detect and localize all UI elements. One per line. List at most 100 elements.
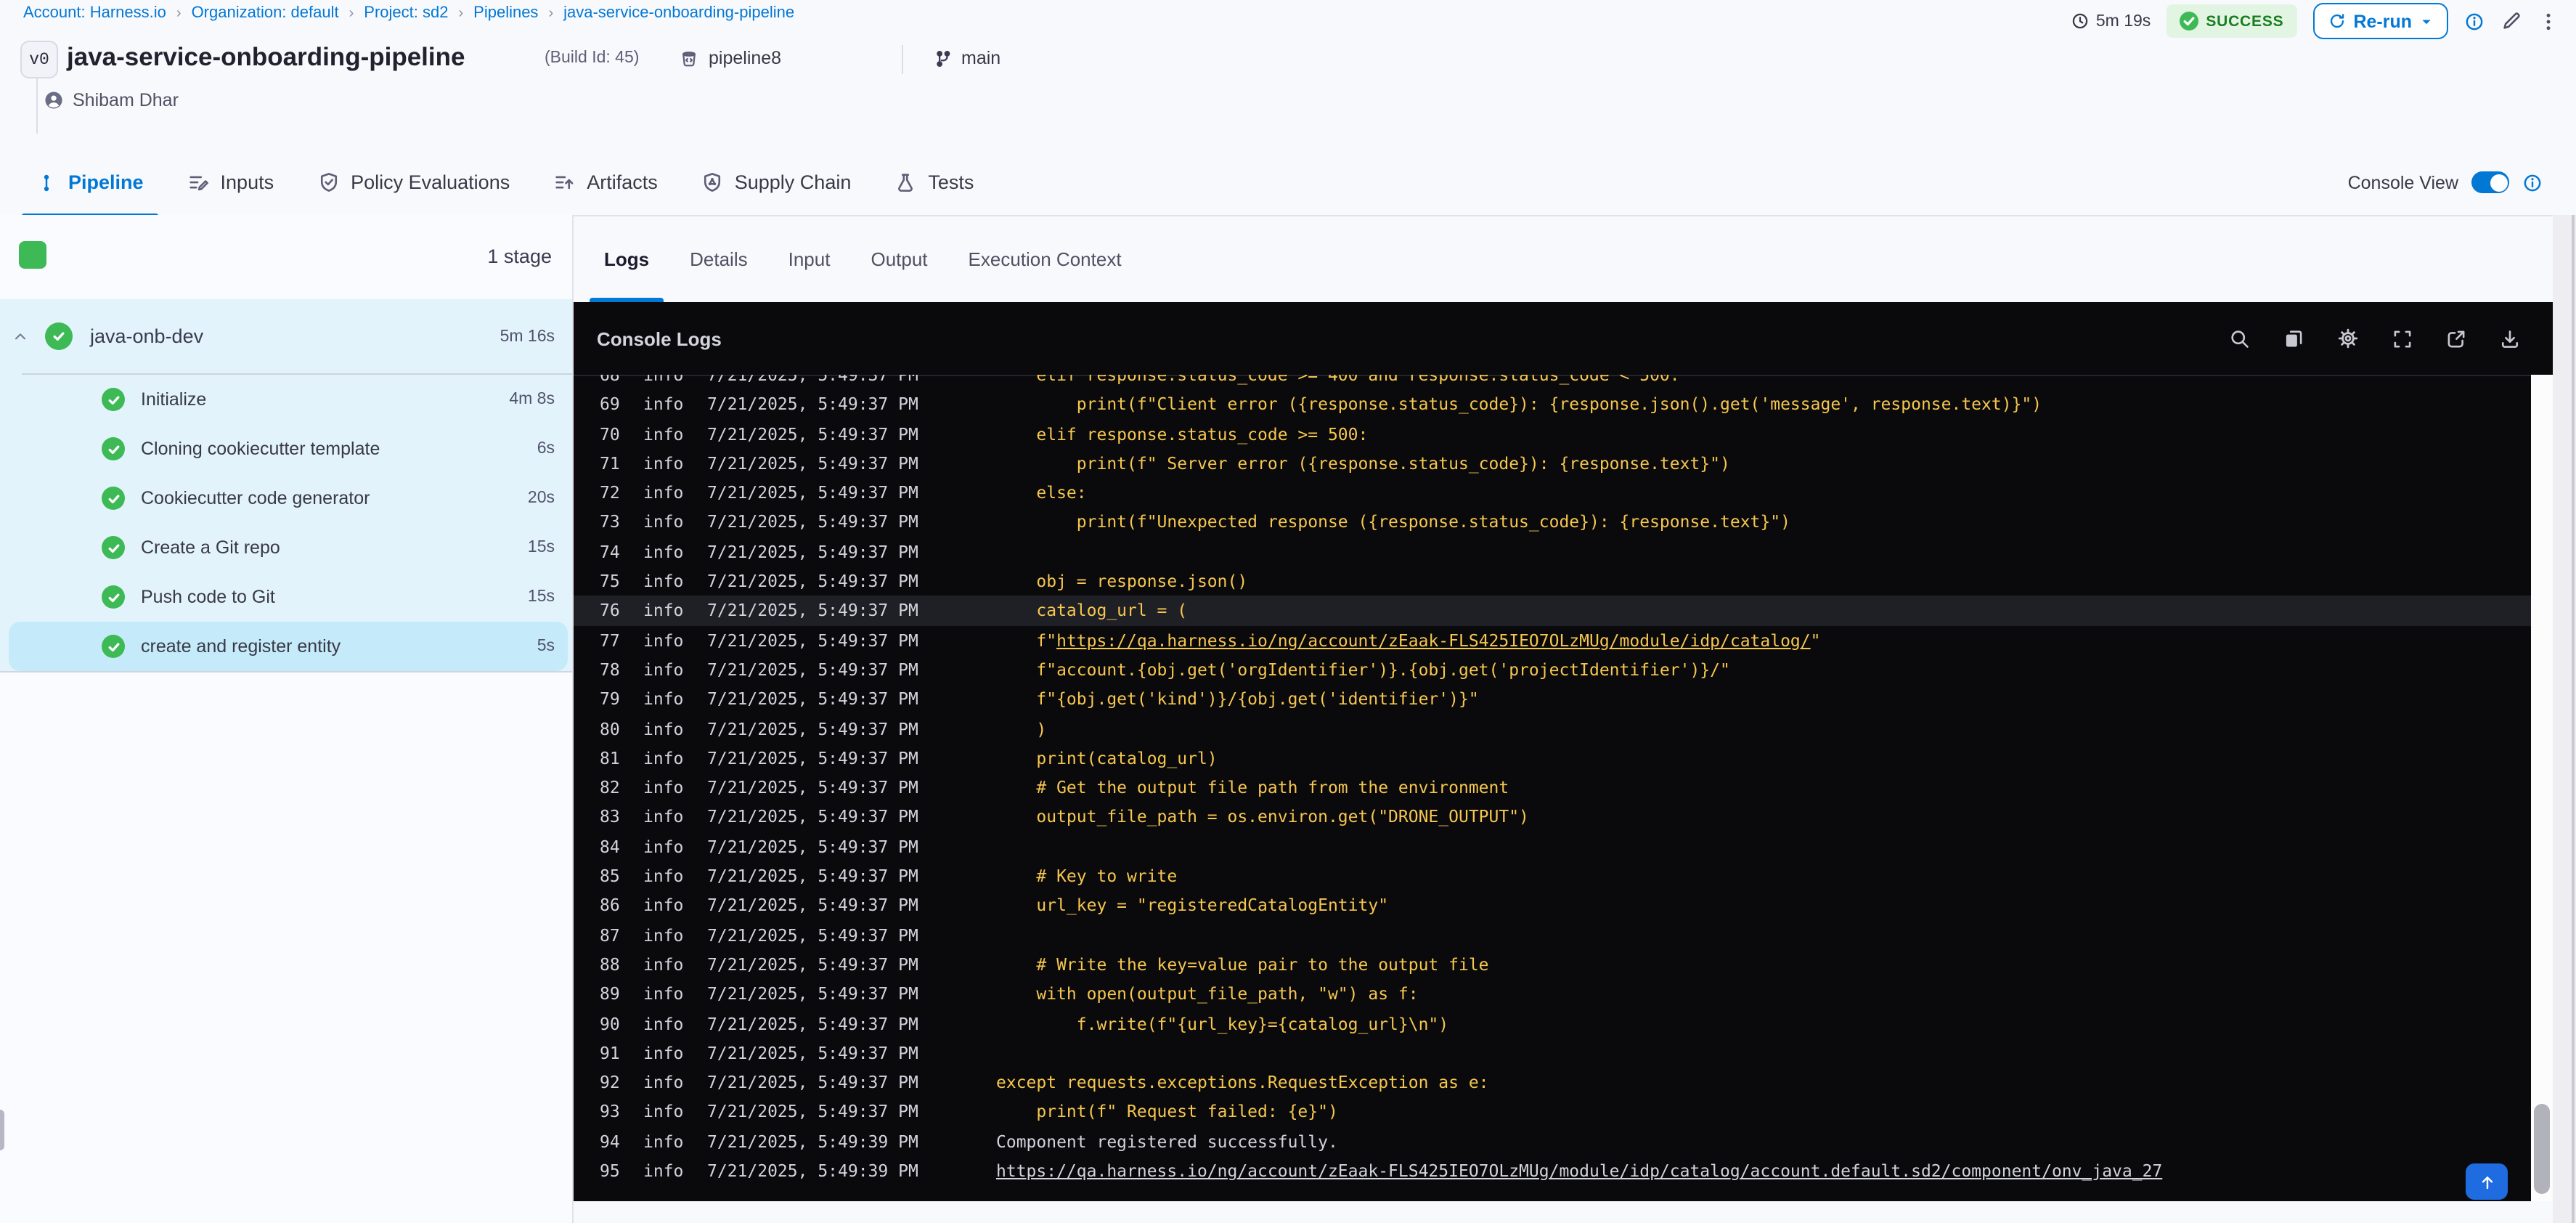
success-check-icon [2180,12,2199,31]
log-line-93: 93 info 7/21/2025, 5:49:37 PM print(f" Req… [574,1097,2531,1127]
log-tab-details[interactable]: Details [688,215,749,302]
tab-supply-chain[interactable]: Supply Chain [701,150,851,215]
copy-icon[interactable] [2283,327,2304,350]
log-line-92: 92 info 7/21/2025, 5:49:37 PM except reques… [574,1068,2531,1097]
log-tab-execution-context[interactable]: Execution Context [967,215,1123,302]
chevron-up-icon[interactable] [12,328,29,345]
supplychain-icon [701,171,723,193]
settings-icon[interactable] [2336,327,2360,350]
step-list: Initialize 4m 8s Cloning cookiecutter temp… [0,375,572,671]
step-row-create-a-git-repo[interactable]: Create a Git repo 15s [0,523,572,572]
console-toolbar [2229,327,2521,350]
stage-minimap-square[interactable] [19,241,46,269]
log-line-78: 78 info 7/21/2025, 5:49:37 PM f"account.{o… [574,655,2531,685]
log-line-number: 94 [600,1131,620,1152]
info-icon[interactable] [2464,11,2485,31]
log-message: f"{obj.get('kind')}/{obj.get('identifier… [996,685,1479,715]
left-edge-handle[interactable] [0,1110,4,1150]
step-row-initialize[interactable]: Initialize 4m 8s [0,375,572,424]
log-text: with open(output_file_path, "w") as f: [996,983,1419,1004]
breadcrumb-link[interactable]: Account: Harness.io [23,4,166,22]
success-check-icon [102,437,125,460]
log-level: info [643,777,684,798]
log-text: f"{obj.get('kind')}/{obj.get('identifier… [996,688,1479,710]
log-line-number: 68 [600,375,620,385]
log-line-number: 93 [600,1101,620,1122]
rerun-button[interactable]: Re-run [2312,3,2448,39]
log-level: info [643,866,684,887]
log-line-number: 81 [600,747,620,768]
step-duration: 5s [537,638,555,655]
log-line-number: 77 [600,630,620,651]
log-link[interactable]: https://qa.harness.io/ng/account/zEaak-F… [996,1161,2162,1181]
console-view-toggle[interactable] [2471,171,2509,193]
scrollbar-thumb[interactable] [2534,1104,2550,1194]
log-level: info [643,718,684,739]
breadcrumb-link[interactable]: Pipelines [473,4,538,22]
success-check-icon [45,322,73,350]
log-link[interactable]: https://qa.harness.io/ng/account/zEaak-F… [1056,630,1811,650]
user-avatar-icon [44,90,64,110]
console-logs-panel: Console Logs 68 info 7/21/2025, 5:49:37 PM… [574,302,2553,1201]
log-line-76: 76 info 7/21/2025, 5:49:37 PM catalog_url … [574,596,2531,626]
tab-artifacts[interactable]: Artifacts [553,150,658,215]
log-line-90: 90 info 7/21/2025, 5:49:37 PM f.write(f"{u… [574,1009,2531,1039]
console-title: Console Logs [597,328,722,349]
log-timestamp: 7/21/2025, 5:49:37 PM [707,541,918,562]
tab-policy-evaluations[interactable]: Policy Evaluations [317,150,510,215]
page-scroll-gutter[interactable] [2553,215,2576,1223]
log-text: f.write(f"{url_key}={catalog_url}\n") [996,1013,1449,1034]
search-icon[interactable] [2229,327,2251,350]
log-scrollbar[interactable] [2531,375,2553,1201]
tab-label: Policy Evaluations [351,171,510,193]
info-icon[interactable] [2522,172,2543,192]
log-message: print(f"Client error ({response.status_c… [996,390,2042,420]
log-level: info [643,688,684,710]
log-line-82: 82 info 7/21/2025, 5:49:37 PM # Get the ou… [574,773,2531,803]
log-line-number: 80 [600,718,620,739]
download-icon[interactable] [2499,327,2521,350]
log-line-number: 74 [600,541,620,562]
log-message: # Write the key=value pair to the output… [996,950,1488,980]
breadcrumb-link[interactable]: Organization: default [192,4,339,22]
step-row-create-and-register-entity[interactable]: create and register entity 5s [0,622,572,671]
step-name: Cloning cookiecutter template [141,439,380,459]
log-line-number: 90 [600,1013,620,1034]
step-row-push-code-to-git[interactable]: Push code to Git 15s [0,572,572,622]
log-line-85: 85 info 7/21/2025, 5:49:37 PM # Key to wri… [574,861,2531,891]
log-tab-input[interactable]: Input [787,215,832,302]
log-line-77: 77 info 7/21/2025, 5:49:37 PM f"https://qa… [574,625,2531,655]
step-duration: 6s [537,440,555,458]
log-scroll-area[interactable]: 68 info 7/21/2025, 5:49:37 PM elif respons… [574,375,2531,1201]
open-in-new-icon[interactable] [2445,327,2467,350]
breadcrumb-link[interactable]: Project: sd2 [364,4,448,22]
more-options-icon[interactable] [2538,11,2559,31]
edit-pencil-icon[interactable] [2500,10,2522,32]
step-name: Push code to Git [141,587,275,607]
log-message: print(catalog_url) [996,744,1217,773]
fullscreen-icon[interactable] [2392,327,2413,350]
log-level: info [643,659,684,680]
log-text: output_file_path = os.environ.get("DRONE… [996,806,1529,827]
chevron-down-icon[interactable] [2419,14,2434,28]
step-row-cloning-cookiecutter-template[interactable]: Cloning cookiecutter template 6s [0,424,572,474]
page-title: java-service-onboarding-pipeline [67,42,465,71]
log-tab-logs[interactable]: Logs [589,215,664,302]
step-name: Cookiecutter code generator [141,488,370,508]
console-header: Console Logs [574,302,2553,376]
divider [902,45,903,74]
console-view-label: Console View [2347,172,2458,192]
log-level: info [643,511,684,532]
breadcrumb-separator: › [458,5,464,21]
stage-row[interactable]: java-onb-dev 5m 16s [0,299,572,373]
scroll-to-top-button[interactable] [2466,1163,2508,1200]
log-level: info [643,452,684,474]
breadcrumb-link[interactable]: java-service-onboarding-pipeline [563,4,794,22]
tab-tests[interactable]: Tests [894,150,974,215]
log-line-71: 71 info 7/21/2025, 5:49:37 PM print(f" Ser… [574,449,2531,479]
log-level: info [643,375,684,385]
step-row-cookiecutter-code-generator[interactable]: Cookiecutter code generator 20s [0,474,572,523]
tab-pipeline[interactable]: Pipeline [22,150,158,218]
tab-inputs[interactable]: Inputs [187,150,274,215]
log-tab-output[interactable]: Output [869,215,929,302]
